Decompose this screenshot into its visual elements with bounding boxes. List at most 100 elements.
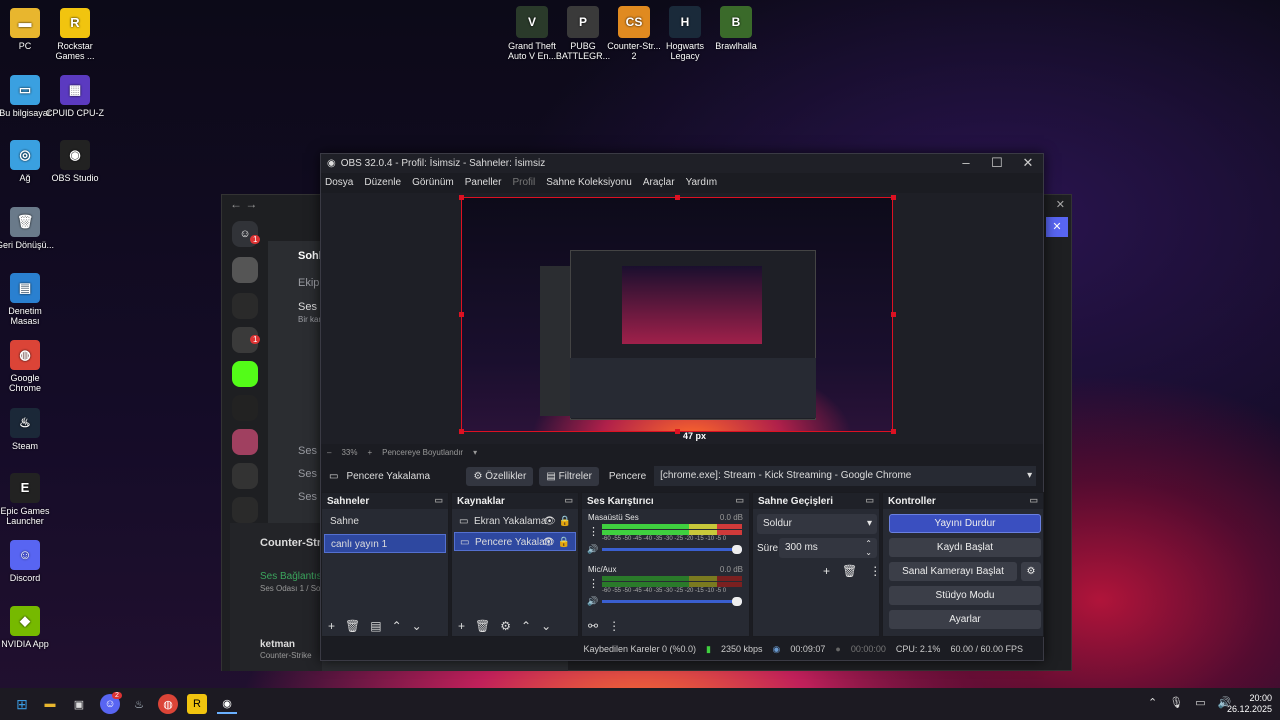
- control-button[interactable]: Stüdyo Modu: [889, 586, 1041, 605]
- menu-item[interactable]: Görünüm: [412, 177, 454, 188]
- menu-item[interactable]: Sahne Koleksiyonu: [546, 177, 632, 188]
- chevron-up-icon[interactable]: ⌃: [1148, 696, 1157, 709]
- filter-icon[interactable]: ▤: [370, 619, 381, 633]
- desktop-icon[interactable]: ◆ NVIDIA App: [0, 606, 55, 649]
- network-icon[interactable]: ▭: [1195, 696, 1205, 709]
- desktop-icon[interactable]: ♨ Steam: [0, 408, 55, 451]
- desktop-icon[interactable]: ☺ Discord: [0, 540, 55, 583]
- desktop-icon[interactable]: B Brawlhalla: [706, 6, 766, 51]
- resize-handle[interactable]: [891, 195, 896, 200]
- scene-item[interactable]: Sahne: [324, 512, 446, 531]
- zoom-in-icon[interactable]: +: [367, 448, 372, 457]
- rockstar-taskbar-icon[interactable]: R: [187, 694, 207, 714]
- trash-icon[interactable]: 🗑: [842, 564, 857, 578]
- link-icon[interactable]: ⚯: [588, 619, 598, 633]
- volume-handle[interactable]: [732, 597, 742, 606]
- discord-close-icon[interactable]: ✕: [1056, 198, 1065, 211]
- control-button[interactable]: Yayını Durdur: [889, 514, 1041, 533]
- move-down-icon[interactable]: ⌄: [412, 619, 422, 633]
- more-icon[interactable]: ⋮: [608, 619, 620, 633]
- resize-handle[interactable]: [459, 195, 464, 200]
- desktop-icon[interactable]: ◍ Google Chrome: [0, 340, 55, 393]
- eye-icon[interactable]: 👁: [543, 512, 556, 531]
- menu-item[interactable]: Yardım: [686, 177, 718, 188]
- steam-taskbar-icon[interactable]: ♨: [129, 694, 149, 714]
- channel-name[interactable]: Ekip: [298, 277, 319, 289]
- add-icon[interactable]: +: [458, 619, 465, 633]
- control-button[interactable]: Sanal Kamerayı Başlat: [889, 562, 1017, 581]
- window-select[interactable]: [chrome.exe]: Stream - Kick Streaming - …: [654, 466, 1037, 486]
- preview-canvas[interactable]: [461, 197, 893, 432]
- volume-handle[interactable]: [732, 545, 742, 554]
- desktop-icon[interactable]: ▤ Denetim Masası: [0, 273, 55, 326]
- server-icon[interactable]: [232, 395, 258, 421]
- store-icon[interactable]: ▣: [69, 694, 89, 714]
- add-icon[interactable]: +: [328, 619, 335, 633]
- desktop-icon[interactable]: 🗑 Geri Dönüşü...: [0, 207, 55, 250]
- add-icon[interactable]: +: [823, 564, 830, 578]
- menu-item[interactable]: Dosya: [325, 177, 353, 188]
- menu-item[interactable]: Profil: [512, 177, 535, 188]
- resize-handle[interactable]: [891, 312, 896, 317]
- server-icon[interactable]: [232, 257, 258, 283]
- chevron-down-icon[interactable]: ▾: [473, 448, 477, 457]
- resize-handle[interactable]: [459, 312, 464, 317]
- resize-handle[interactable]: [675, 195, 680, 200]
- dock-menu-icon[interactable]: ▭: [1029, 495, 1038, 506]
- dock-menu-icon[interactable]: ▭: [434, 495, 443, 506]
- preview-area[interactable]: 47 px: [321, 193, 1043, 444]
- duration-stepper[interactable]: 300 ms ⌃ ⌄: [779, 538, 877, 558]
- resize-handle[interactable]: [675, 429, 680, 434]
- trash-icon[interactable]: 🗑: [345, 619, 360, 633]
- menu-item[interactable]: Paneller: [465, 177, 502, 188]
- file-explorer-icon[interactable]: ▬: [40, 694, 60, 714]
- volume-slider[interactable]: [602, 600, 742, 603]
- virtual-camera-settings-icon[interactable]: ⚙: [1021, 562, 1041, 581]
- more-icon[interactable]: ⋮: [588, 525, 599, 538]
- fit-to-window-label[interactable]: Pencereye Boyutlandır: [382, 448, 463, 457]
- lock-icon[interactable]: 🔒: [558, 533, 570, 552]
- control-button[interactable]: Kaydı Başlat: [889, 538, 1041, 557]
- gear-icon[interactable]: ⚙: [500, 619, 511, 633]
- move-up-icon[interactable]: ⌃: [521, 619, 531, 633]
- desktop-icon[interactable]: ▦ CPUID CPU-Z: [45, 75, 105, 118]
- server-icon[interactable]: [232, 497, 258, 523]
- desktop-icon[interactable]: R Rockstar Games ...: [45, 8, 105, 61]
- chrome-taskbar-icon[interactable]: ◍: [158, 694, 178, 714]
- server-icon[interactable]: [232, 429, 258, 455]
- resize-handle[interactable]: [459, 429, 464, 434]
- clock[interactable]: 20:00 26.12.2025: [1222, 693, 1272, 715]
- source-item[interactable]: ▭ Pencere Yakalam 👁 🔒: [454, 532, 576, 551]
- move-down-icon[interactable]: ⌄: [541, 619, 551, 633]
- resize-handle[interactable]: [891, 429, 896, 434]
- mic-icon[interactable]: 🎙: [1169, 696, 1183, 709]
- zoom-out-icon[interactable]: –: [327, 448, 331, 457]
- filters-button[interactable]: ▤ Filtreler: [539, 466, 599, 486]
- trash-icon[interactable]: 🗑: [475, 619, 490, 633]
- windows-start-icon[interactable]: ⊞: [12, 694, 32, 714]
- minimize-icon[interactable]: –: [951, 154, 981, 171]
- speaker-icon[interactable]: 🔊: [587, 596, 598, 607]
- dock-menu-icon[interactable]: ▭: [865, 495, 874, 506]
- close-icon[interactable]: ✕: [1013, 154, 1043, 171]
- scene-item[interactable]: canlı yayın 1: [324, 534, 446, 553]
- volume-slider[interactable]: [602, 548, 742, 551]
- properties-button[interactable]: ⚙ Özellikler: [466, 466, 534, 486]
- move-up-icon[interactable]: ⌃: [392, 619, 402, 633]
- speaker-icon[interactable]: 🔊: [587, 544, 598, 555]
- obs-taskbar-icon[interactable]: ◉: [217, 694, 237, 714]
- kick-server-icon[interactable]: [232, 361, 258, 387]
- username[interactable]: ketman: [260, 639, 295, 650]
- menu-item[interactable]: Araçlar: [643, 177, 675, 188]
- server-icon[interactable]: [232, 463, 258, 489]
- obs-window[interactable]: ◉ OBS 32.0.4 - Profil: İsimsiz - Sahnele…: [320, 153, 1044, 661]
- source-item[interactable]: ▭ Ekran Yakalama 👁 🔒: [454, 512, 576, 531]
- more-icon[interactable]: ⋮: [869, 564, 881, 578]
- menu-item[interactable]: Düzenle: [364, 177, 401, 188]
- more-icon[interactable]: ⋮: [588, 577, 599, 590]
- eye-icon[interactable]: 👁: [542, 533, 555, 552]
- server-icon[interactable]: [232, 293, 258, 319]
- dock-menu-icon[interactable]: ▭: [735, 495, 744, 506]
- desktop-icon[interactable]: E Epic Games Launcher: [0, 473, 55, 526]
- desktop-icon[interactable]: ◉ OBS Studio: [45, 140, 105, 183]
